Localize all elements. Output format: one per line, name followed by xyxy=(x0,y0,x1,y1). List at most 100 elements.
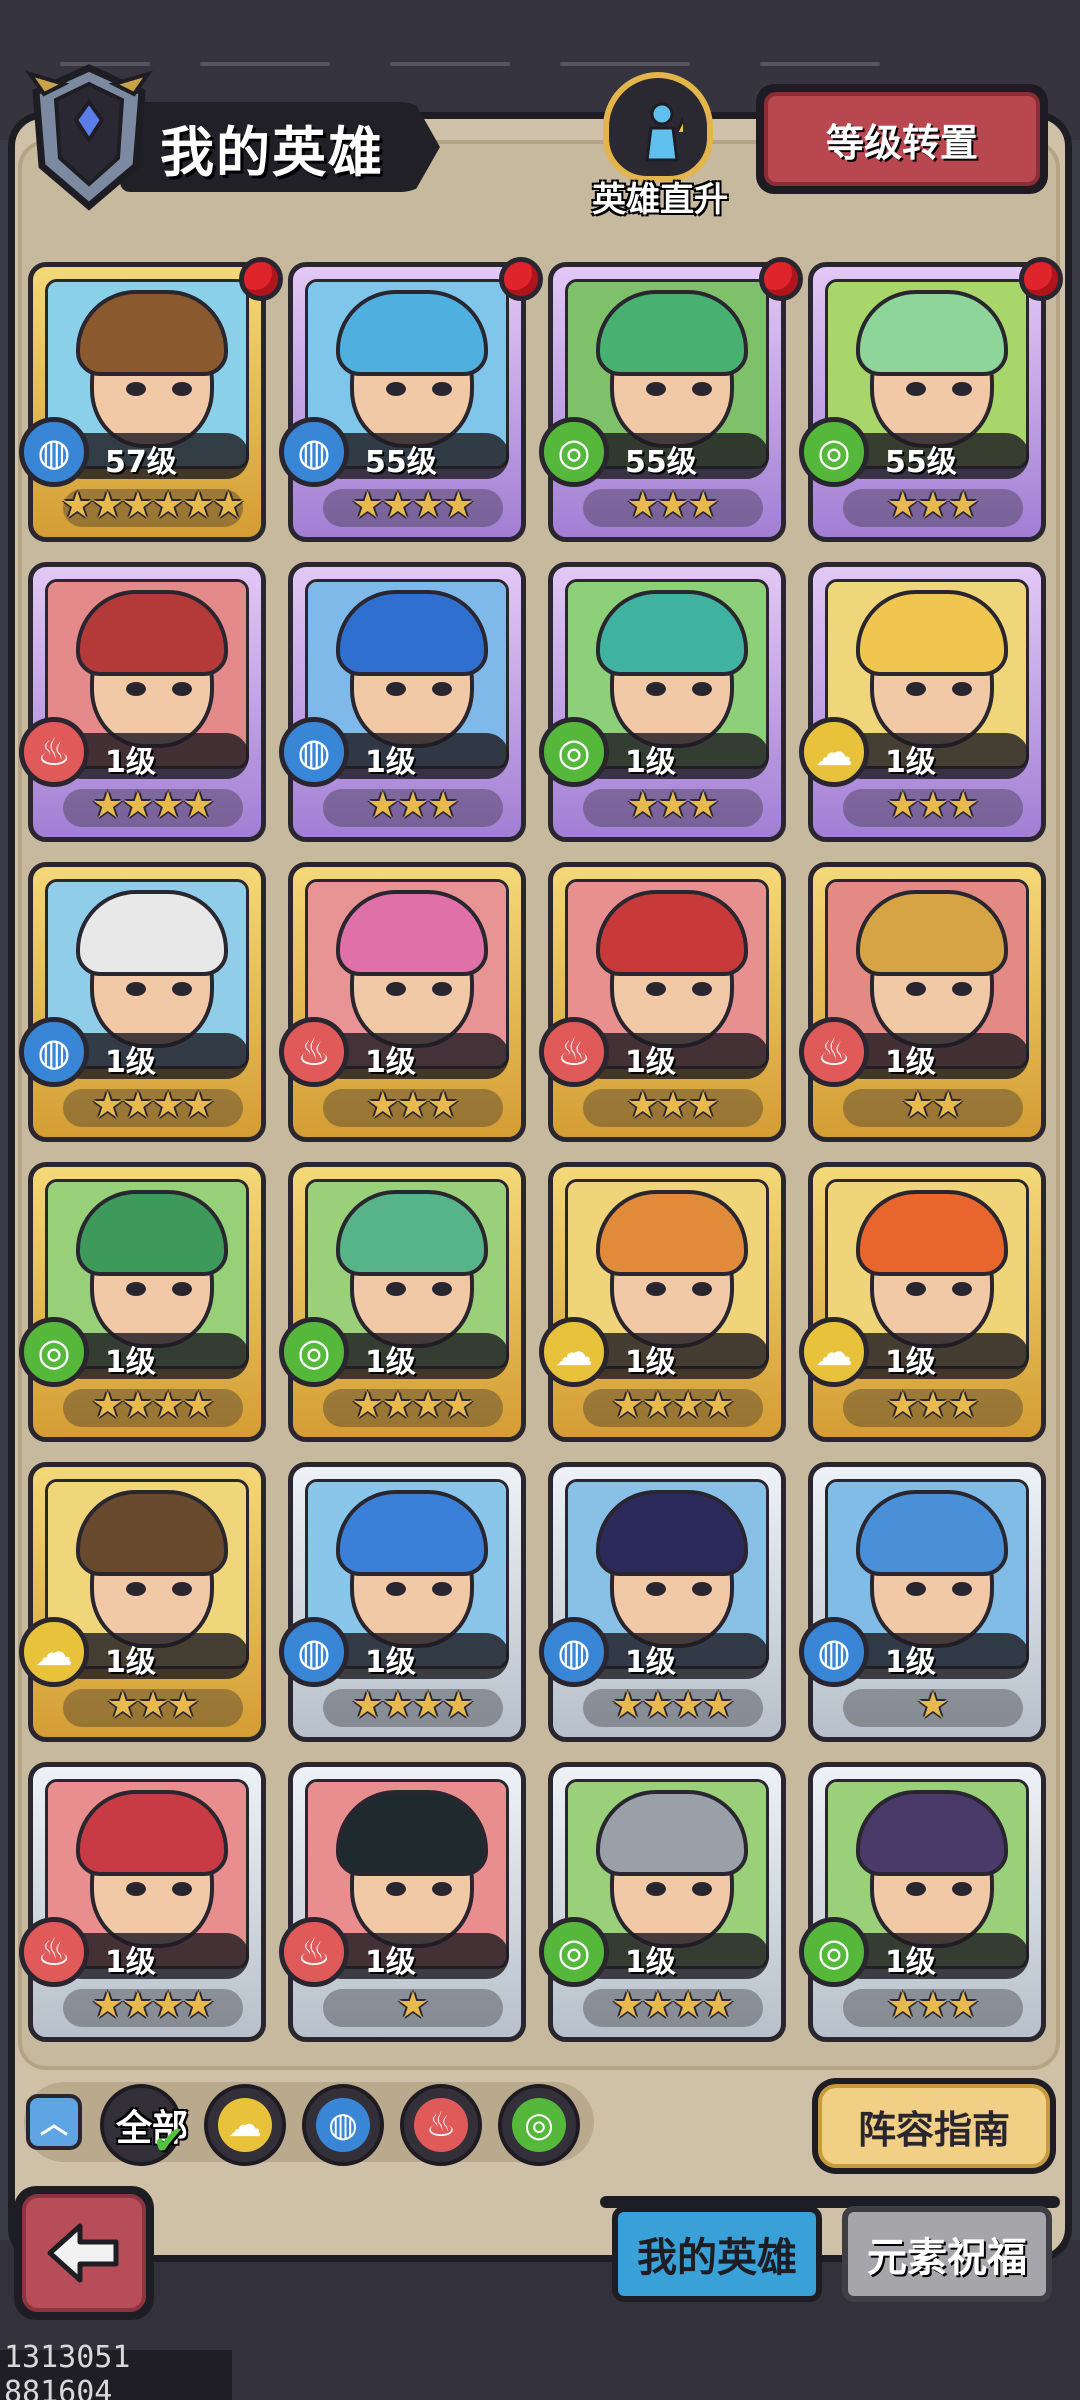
back-arrow-icon xyxy=(47,2223,119,2283)
hero-level: 1级 xyxy=(885,745,936,780)
hero-card[interactable]: 57级 ◍ ★★★★★★ xyxy=(19,257,283,542)
page-title: 我的英雄 xyxy=(160,121,384,184)
hero-level: 1级 xyxy=(105,1645,156,1680)
filter-water-button[interactable]: ◍ xyxy=(302,2084,384,2166)
wind-element-icon: ◎ xyxy=(279,1317,349,1387)
hero-card[interactable]: 1级 ♨ ★★★★ xyxy=(19,562,266,842)
lineup-guide-button[interactable]: 阵容指南 xyxy=(812,2078,1056,2174)
hero-level: 1级 xyxy=(365,745,416,780)
hero-card[interactable]: 1级 ◍ ★ xyxy=(799,1462,1046,1742)
hero-level: 1级 xyxy=(625,1045,676,1080)
hero-card[interactable]: 1级 ◎ ★★★★ xyxy=(279,1162,526,1442)
wind-element-icon: ◎ xyxy=(539,1917,609,1987)
hero-card[interactable]: 1级 ☁ ★★★ xyxy=(19,1462,266,1742)
hero-stars: ★★★ xyxy=(626,1085,720,1126)
hero-card[interactable]: 1级 ◍ ★★★ xyxy=(279,562,526,842)
wind-element-icon: ◎ xyxy=(799,1917,869,1987)
level-transfer-button[interactable]: 等级转置 xyxy=(756,84,1048,194)
hero-card[interactable]: 1级 ☁ ★★★ xyxy=(799,562,1046,842)
hero-stars: ★★★★ xyxy=(351,1385,474,1426)
earth-element-icon: ☁ xyxy=(539,1317,609,1387)
hero-level: 55级 xyxy=(885,445,957,480)
hero-level: 1级 xyxy=(885,1945,936,1980)
hero-figure-icon xyxy=(645,102,683,162)
hero-level: 1级 xyxy=(625,745,676,780)
wind-element-icon: ◎ xyxy=(799,417,869,487)
water-element-icon: ◍ xyxy=(539,1617,609,1687)
hero-level: 1级 xyxy=(365,1645,416,1680)
hero-level: 1级 xyxy=(885,1645,936,1680)
hero-stars: ★★★★ xyxy=(611,1385,734,1426)
hero-card[interactable]: 55级 ◍ ★★★★ xyxy=(279,257,543,542)
fire-element-icon: ♨ xyxy=(414,2098,468,2152)
earth-element-icon: ☁ xyxy=(19,1617,89,1687)
hero-stars: ★★★★ xyxy=(611,1985,734,2026)
hero-stars: ★★★ xyxy=(366,1085,460,1126)
hero-card[interactable]: 1级 ◍ ★★★★ xyxy=(539,1462,786,1742)
wind-element-icon: ◎ xyxy=(19,1317,89,1387)
hero-card[interactable]: 1级 ♨ ★ xyxy=(279,1762,526,2042)
water-element-icon: ◍ xyxy=(19,417,89,487)
hero-card[interactable]: 1级 ☁ ★★★ xyxy=(799,1162,1046,1442)
hero-stars: ★★★★ xyxy=(91,1385,214,1426)
hero-level: 1级 xyxy=(365,1945,416,1980)
collapse-filter-button[interactable]: ︿ xyxy=(26,2094,82,2150)
hero-ascend-button[interactable]: 英雄直升 xyxy=(585,72,735,222)
hero-card[interactable]: 1级 ◎ ★★★★ xyxy=(539,1762,786,2042)
hero-level: 1级 xyxy=(885,1345,936,1380)
hero-level: 55级 xyxy=(625,445,697,480)
hero-ascend-label: 英雄直升 xyxy=(592,180,728,220)
hero-card[interactable]: 55级 ◎ ★★★ xyxy=(539,257,803,542)
decor-dash xyxy=(560,62,690,66)
hero-card[interactable]: 1级 ◎ ★★★ xyxy=(799,1762,1046,2042)
hero-level: 1级 xyxy=(105,1945,156,1980)
hero-stars: ★★★ xyxy=(886,1985,980,2026)
hero-stars: ★★★★★★ xyxy=(61,485,245,526)
hero-card[interactable]: 1级 ◎ ★★★ xyxy=(539,562,786,842)
earth-element-icon: ☁ xyxy=(218,2098,272,2152)
hero-card[interactable]: 1级 ♨ ★★ xyxy=(799,862,1046,1142)
hero-ascend-icon xyxy=(603,72,713,182)
level-transfer-label: 等级转置 xyxy=(764,92,1040,186)
hero-card[interactable]: 1级 ♨ ★★★ xyxy=(279,862,526,1142)
fire-element-icon: ♨ xyxy=(19,717,89,787)
hero-level: 1级 xyxy=(105,1345,156,1380)
hero-card[interactable]: 55级 ◎ ★★★ xyxy=(799,257,1063,542)
hero-level: 1级 xyxy=(625,1645,676,1680)
filter-earth-button[interactable]: ☁ xyxy=(204,2084,286,2166)
notification-dot xyxy=(499,257,543,301)
back-button[interactable] xyxy=(14,2186,154,2320)
fire-element-icon: ♨ xyxy=(279,1917,349,1987)
hero-level: 1级 xyxy=(105,745,156,780)
hero-stars: ★★★★ xyxy=(91,785,214,826)
hero-stars: ★★★★ xyxy=(351,1685,474,1726)
water-element-icon: ◍ xyxy=(279,1617,349,1687)
wind-element-icon: ◎ xyxy=(539,417,609,487)
hero-card[interactable]: 1级 ♨ ★★★ xyxy=(539,862,786,1142)
filter-wind-button[interactable]: ◎ xyxy=(498,2084,580,2166)
watermark-text: 1313051 881604 xyxy=(0,2340,232,2400)
hero-card[interactable]: 1级 ◎ ★★★★ xyxy=(19,1162,266,1442)
hero-stars: ★★★ xyxy=(106,1685,200,1726)
earth-element-icon: ☁ xyxy=(799,717,869,787)
hero-card[interactable]: 1级 ◍ ★★★★ xyxy=(19,862,266,1142)
water-element-icon: ◍ xyxy=(279,417,349,487)
filter-fire-button[interactable]: ♨ xyxy=(400,2084,482,2166)
decor-dash xyxy=(200,62,330,66)
hero-stars: ★★ xyxy=(901,1085,965,1126)
hero-level: 1级 xyxy=(625,1345,676,1380)
notification-dot xyxy=(239,257,283,301)
decor-dash xyxy=(390,62,510,66)
hero-stars: ★ xyxy=(396,1985,429,2026)
tab-my-heroes[interactable]: 我的英雄 xyxy=(612,2206,822,2302)
hero-level: 55级 xyxy=(365,445,437,480)
hero-card[interactable]: 1级 ☁ ★★★★ xyxy=(539,1162,786,1442)
hero-card[interactable]: 1级 ◍ ★★★★ xyxy=(279,1462,526,1742)
hero-card[interactable]: 1级 ♨ ★★★★ xyxy=(19,1762,266,2042)
water-element-icon: ◍ xyxy=(279,717,349,787)
hero-level: 57级 xyxy=(105,445,177,480)
earth-element-icon: ☁ xyxy=(799,1317,869,1387)
hero-stars: ★★★ xyxy=(886,785,980,826)
tab-element-blessing[interactable]: 元素祝福 xyxy=(842,2206,1052,2302)
hero-level: 1级 xyxy=(625,1945,676,1980)
